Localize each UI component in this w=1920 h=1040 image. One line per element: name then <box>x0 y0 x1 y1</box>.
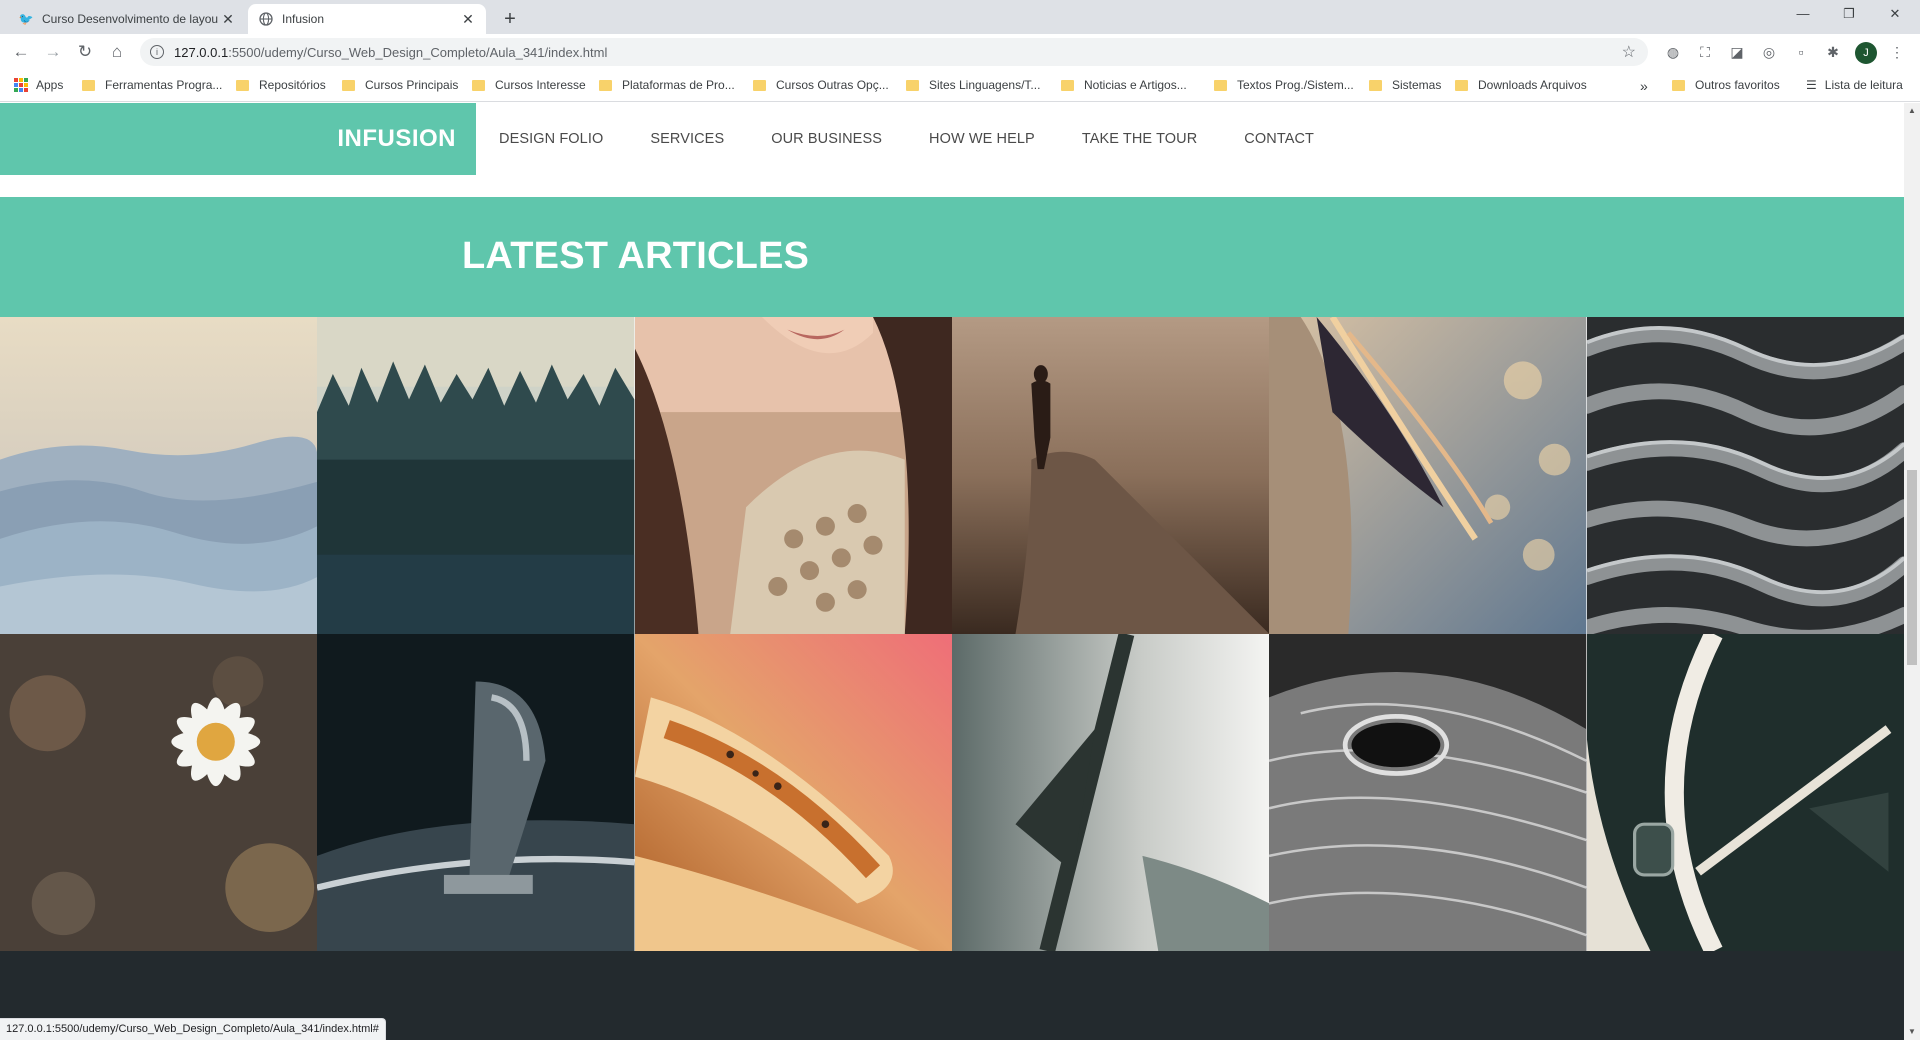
url-host: 127.0.0.1 <box>174 44 229 60</box>
gallery-image-daisy-flower[interactable] <box>0 634 318 951</box>
back-icon[interactable]: ← <box>9 40 33 64</box>
close-tab-icon[interactable]: ✕ <box>460 11 476 28</box>
nav-contact[interactable]: CONTACT <box>1244 131 1314 147</box>
close-tab-icon[interactable]: ✕ <box>220 11 236 28</box>
brand-logo[interactable]: INFUSION <box>0 103 476 175</box>
folder-icon <box>1455 79 1468 91</box>
browser-tab-bar: 🐦 Curso Desenvolvimento de layou ✕ Infus… <box>0 0 1920 34</box>
folder-icon <box>236 79 249 91</box>
restore-icon[interactable]: ❐ <box>1826 0 1872 30</box>
folder-icon <box>1672 79 1685 91</box>
globe-icon <box>258 11 274 27</box>
bookmark-folder[interactable]: Sistemas <box>1369 78 1441 92</box>
main-nav: DESIGN FOLIO SERVICES OUR BUSINESS HOW W… <box>499 103 1361 175</box>
bookmark-star-icon[interactable]: ☆ <box>1622 42 1636 62</box>
folder-icon <box>342 79 355 91</box>
new-tab-button[interactable]: + <box>497 6 523 32</box>
gallery-image-woman-knit-sweater[interactable] <box>634 317 952 634</box>
gallery-image-bread-snack-closeup[interactable] <box>634 634 952 951</box>
bookmark-folder[interactable]: Downloads Arquivos <box>1455 78 1587 92</box>
url-path: :5500/udemy/Curso_Web_Design_Completo/Au… <box>228 44 608 60</box>
folder-icon <box>753 79 766 91</box>
folder-icon <box>599 79 612 91</box>
bird-favicon-icon: 🐦 <box>18 12 34 26</box>
nav-design-folio[interactable]: DESIGN FOLIO <box>499 131 603 147</box>
bookmarks-bar: Apps Ferramentas Progra... Repositórios … <box>0 70 1920 102</box>
gallery-image-misty-mountains[interactable] <box>0 317 318 634</box>
bookmark-folder[interactable]: Noticias e Artigos... <box>1061 78 1187 92</box>
gallery-image-eagle-eye-closeup[interactable] <box>1269 634 1587 951</box>
bookmarks-overflow-button[interactable]: » <box>1640 78 1648 94</box>
bookmark-folder[interactable]: Plataformas de Pro... <box>599 78 735 92</box>
url-input[interactable]: i 127.0.0.1:5500/udemy/Curso_Web_Design_… <box>140 38 1648 66</box>
nav-our-business[interactable]: OUR BUSINESS <box>771 131 882 147</box>
tab-infusion[interactable]: Infusion ✕ <box>248 4 486 34</box>
address-toolbar: ← → ↻ ⌂ i 127.0.0.1:5500/udemy/Curso_Web… <box>0 34 1920 70</box>
folder-icon <box>82 79 95 91</box>
folder-icon <box>1214 79 1227 91</box>
page-viewport: INFUSION DESIGN FOLIO SERVICES OUR BUSIN… <box>0 103 1904 1040</box>
status-url-bubble: 127.0.0.1:5500/udemy/Curso_Web_Design_Co… <box>0 1018 386 1040</box>
gallery-image-speedometer[interactable] <box>1586 634 1904 951</box>
tab-title: Infusion <box>282 12 325 26</box>
bookmark-folder[interactable]: Cursos Outras Opç... <box>753 78 889 92</box>
article-gallery <box>0 317 1904 951</box>
bookmark-folder[interactable]: Textos Prog./Sistem... <box>1214 78 1354 92</box>
extension-icon[interactable]: ◎ <box>1759 42 1779 62</box>
bookmark-folder[interactable]: Cursos Principais <box>342 78 458 92</box>
reading-list-icon: ☰ <box>1806 78 1817 92</box>
bookmark-other[interactable]: Outros favoritos <box>1672 78 1780 92</box>
folder-icon <box>906 79 919 91</box>
bookmark-folder[interactable]: Ferramentas Progra... <box>82 78 222 92</box>
extension-icon[interactable]: ◪ <box>1727 42 1747 62</box>
bookmark-folder[interactable]: Repositórios <box>236 78 326 92</box>
gallery-image-gray-ropes[interactable] <box>1586 317 1904 634</box>
scroll-up-icon[interactable]: ▲ <box>1904 103 1920 119</box>
latest-articles-banner: LATEST ARTICLES <box>0 197 1904 317</box>
folder-icon <box>1369 79 1382 91</box>
site-header: INFUSION DESIGN FOLIO SERVICES OUR BUSIN… <box>0 103 1904 175</box>
nav-how-we-help[interactable]: HOW WE HELP <box>929 131 1035 147</box>
section-title: LATEST ARTICLES <box>462 235 810 277</box>
forward-icon[interactable]: → <box>41 40 65 64</box>
tab-course[interactable]: 🐦 Curso Desenvolvimento de layou ✕ <box>8 4 246 34</box>
folder-icon <box>1061 79 1074 91</box>
capture-icon[interactable]: ⛶ <box>1695 42 1715 62</box>
nav-take-the-tour[interactable]: TAKE THE TOUR <box>1082 131 1197 147</box>
gallery-image-car-gear-shift[interactable] <box>317 634 635 951</box>
close-window-icon[interactable]: ✕ <box>1872 0 1918 30</box>
folder-icon <box>472 79 485 91</box>
gallery-image-pine-forest[interactable] <box>317 317 635 634</box>
extension-icon[interactable]: ◍ <box>1663 42 1683 62</box>
bookmark-folder[interactable]: Sites Linguagens/T... <box>906 78 1040 92</box>
home-icon[interactable]: ⌂ <box>105 40 129 64</box>
site-info-icon[interactable]: i <box>150 45 164 59</box>
gallery-image-barbed-wire[interactable] <box>952 634 1270 951</box>
gallery-image-person-walking-road[interactable] <box>952 317 1270 634</box>
kebab-menu-icon[interactable]: ⋮ <box>1887 42 1907 62</box>
avatar[interactable]: J <box>1855 42 1877 64</box>
apps-grid-icon <box>14 78 28 92</box>
tab-title: Curso Desenvolvimento de layou <box>42 12 219 26</box>
puzzle-extensions-icon[interactable]: ✱ <box>1823 42 1843 62</box>
scroll-down-icon[interactable]: ▼ <box>1904 1024 1920 1040</box>
nav-services[interactable]: SERVICES <box>650 131 724 147</box>
bookmark-folder[interactable]: Cursos Interesse <box>472 78 586 92</box>
reload-icon[interactable]: ↻ <box>73 40 97 64</box>
bookmark-apps[interactable]: Apps <box>14 78 63 92</box>
reading-list-button[interactable]: ☰ Lista de leitura <box>1806 78 1903 92</box>
minimize-icon[interactable]: — <box>1780 0 1826 30</box>
page-scrollbar[interactable]: ▲ ▼ <box>1904 103 1920 1040</box>
scrollbar-thumb[interactable] <box>1907 470 1917 665</box>
extension-icon[interactable]: ▫ <box>1791 42 1811 62</box>
gallery-image-woman-hair-bokeh[interactable] <box>1269 317 1587 634</box>
